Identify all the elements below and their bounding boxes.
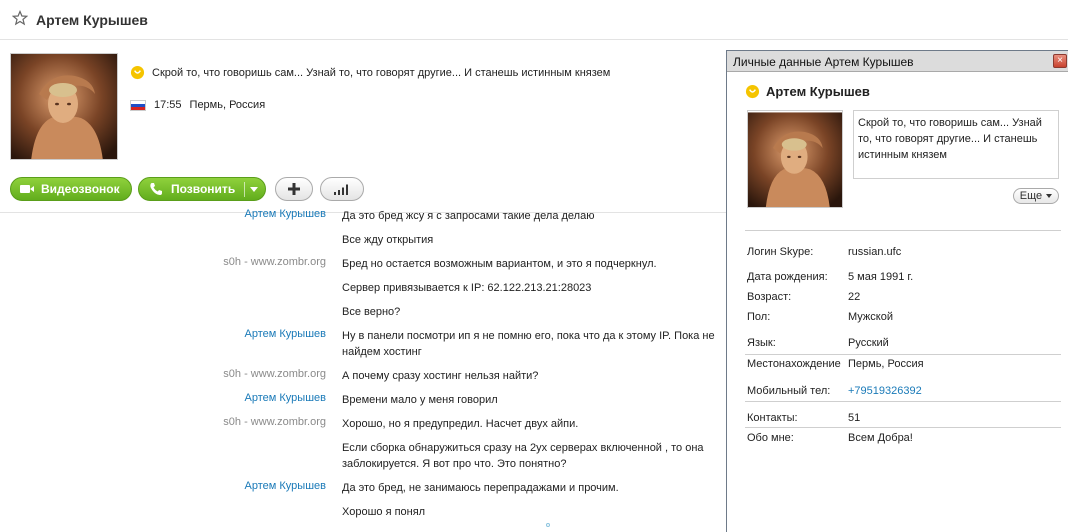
call-label: Позвонить xyxy=(171,182,236,196)
location-row: 17:55 Пермь, Россия xyxy=(130,99,265,111)
message-text: Если сборка обнаружиться сразу на 2ух се… xyxy=(342,442,704,470)
avatar xyxy=(11,54,117,159)
call-quality-button[interactable] xyxy=(320,177,364,201)
call-button[interactable]: Позвонить xyxy=(138,177,266,201)
local-time: 17:55 xyxy=(154,99,182,111)
more-button[interactable]: Еще xyxy=(1013,188,1059,204)
window-body: Артем Курышев Скрой то, что говоришь сам… xyxy=(731,74,1068,531)
close-icon[interactable]: × xyxy=(1053,54,1067,68)
field-value: Русский xyxy=(848,337,889,349)
mood-row: Скрой то, что говоришь сам... Узнай то, … xyxy=(130,65,610,80)
message-text: Хорошо, но я предупредил. Насчет двух ай… xyxy=(342,418,579,430)
field-label: Дата рождения: xyxy=(747,271,828,283)
message-sender[interactable]: Артем Курышев xyxy=(0,480,326,492)
field-value: russian.ufc xyxy=(848,246,902,258)
message-text: Бред но остается возможным вариантом, и … xyxy=(342,258,657,270)
profile-picture[interactable] xyxy=(10,53,118,160)
message-sender[interactable]: Артем Курышев xyxy=(0,392,326,404)
message-text: Все жду открытия xyxy=(342,234,434,246)
section-divider xyxy=(745,401,1061,402)
window-title: Личные данные Артем Курышев xyxy=(733,55,914,69)
scroll-indicator xyxy=(546,523,550,527)
avatar xyxy=(748,112,842,207)
field-label: Обо мне: xyxy=(747,432,794,444)
message-text: Сервер привязывается к IP: 62.122.213.21… xyxy=(342,282,592,294)
field-value: Мужской xyxy=(848,311,893,323)
video-call-label: Видеозвонок xyxy=(41,182,120,196)
message-text: Да это бред жсу я с запросами такие дела… xyxy=(342,210,595,222)
field-value: 22 xyxy=(848,291,861,303)
message-text: А почему сразу хостинг нельзя найти? xyxy=(342,370,539,382)
message-text: Ну в панели посмотри ип я не помню его, … xyxy=(342,330,715,358)
russia-flag-icon xyxy=(130,99,146,111)
add-button[interactable] xyxy=(275,177,313,201)
star-icon[interactable] xyxy=(12,10,28,26)
section-divider xyxy=(745,427,1061,428)
message-sender[interactable]: s0h - www.zombr.org xyxy=(0,368,326,380)
profile-name-row: Артем Курышев xyxy=(745,84,870,99)
profile-photo xyxy=(747,110,843,208)
plus-icon xyxy=(288,183,300,195)
field-label: Возраст: xyxy=(747,291,792,303)
message-text: Времени мало у меня говорил xyxy=(342,394,498,406)
message-text: Да это бред, не занимаюсь перепрадажами … xyxy=(342,482,619,494)
field-label: Местонахождение xyxy=(747,358,841,370)
field-value: 51 xyxy=(848,412,861,424)
profile-name: Артем Курышев xyxy=(766,84,870,99)
section-divider xyxy=(745,230,1061,231)
chevron-down-icon xyxy=(1046,194,1053,198)
video-icon xyxy=(20,185,34,193)
message-sender[interactable]: s0h - www.zombr.org xyxy=(0,256,326,268)
field-label: Язык: xyxy=(747,337,776,349)
field-value: Всем Добра! xyxy=(848,432,913,444)
field-value: 5 мая 1991 г. xyxy=(848,271,914,283)
field-label: Мобильный тел: xyxy=(747,385,831,397)
location-text: Пермь, Россия xyxy=(189,99,266,111)
more-label: Еще xyxy=(1019,190,1043,202)
phone-link[interactable]: +79519326392 xyxy=(848,385,922,397)
message-sender[interactable]: s0h - www.zombr.org xyxy=(0,416,326,428)
message-sender[interactable]: Артем Курышев xyxy=(0,328,326,340)
message-sender[interactable]: Артем Курышев xyxy=(0,208,326,220)
signal-icon xyxy=(334,184,348,195)
chevron-down-icon[interactable] xyxy=(250,187,258,192)
personal-data-window: Личные данные Артем Курышев × Артем Куры… xyxy=(726,50,1068,532)
mood-textbox: Скрой то, что говоришь сам... Узнай то, … xyxy=(853,110,1059,179)
mood-icon xyxy=(745,84,760,99)
message-text: Хорошо я понял xyxy=(342,506,426,518)
section-divider xyxy=(745,354,1061,355)
window-titlebar[interactable]: Личные данные Артем Курышев × xyxy=(727,51,1068,72)
message-text: Все верно? xyxy=(342,306,401,318)
call-divider xyxy=(244,182,245,197)
field-label: Пол: xyxy=(747,311,771,323)
chat-history[interactable]: Артем Курышев Да это бред жсу я с запроса… xyxy=(0,204,725,532)
mood-icon xyxy=(130,65,145,80)
contact-name: Артем Курышев xyxy=(36,12,148,28)
field-value: Пермь, Россия xyxy=(848,358,924,370)
mood-message: Скрой то, что говоришь сам... Узнай то, … xyxy=(152,66,611,79)
field-label: Логин Skype: xyxy=(747,246,814,258)
conversation-header: Артем Курышев xyxy=(0,0,1068,40)
field-label: Контакты: xyxy=(747,412,798,424)
phone-icon xyxy=(150,183,162,195)
video-call-button[interactable]: Видеозвонок xyxy=(10,177,132,201)
